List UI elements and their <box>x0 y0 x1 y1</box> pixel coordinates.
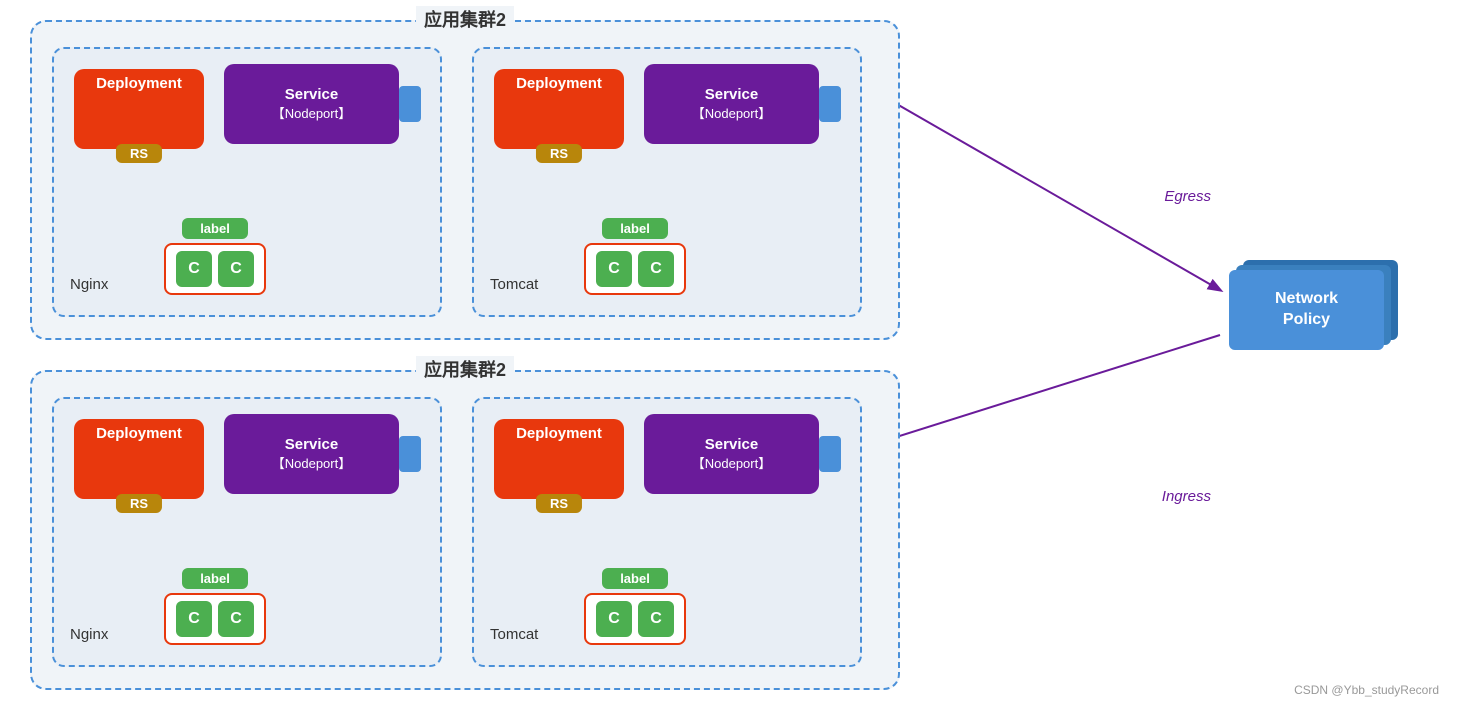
bottom-left-service-label: Service <box>285 436 338 453</box>
top-right-deployment: Deployment RS <box>494 69 624 149</box>
watermark: CSDN @Ybb_studyRecord <box>1294 683 1439 697</box>
bottom-left-service: Service 【Nodeport】 <box>224 414 399 494</box>
top-right-service: Service 【Nodeport】 <box>644 64 819 144</box>
top-right-service-label: Service <box>705 86 758 103</box>
bottom-left-label-tag: label <box>182 568 248 589</box>
top-left-pod: Deployment RS Service 【Nodeport】 Nginx l… <box>52 47 442 317</box>
bottom-right-deployment-label: Deployment <box>516 425 602 442</box>
top-right-nodeport: 【Nodeport】 <box>692 103 771 122</box>
bottom-left-nodeport: 【Nodeport】 <box>272 453 351 472</box>
bottom-cluster-title: 应用集群2 <box>416 356 514 382</box>
top-left-container-2: C <box>218 251 254 287</box>
top-right-pod: Deployment RS Service 【Nodeport】 Tomcat … <box>472 47 862 317</box>
ingress-label: Ingress <box>1162 488 1211 505</box>
top-left-deployment: Deployment RS <box>74 69 204 149</box>
network-policy-label: Network Policy <box>1275 289 1338 331</box>
bottom-right-service-label: Service <box>705 436 758 453</box>
top-right-containers-row: C C <box>584 243 686 295</box>
bottom-right-deployment: Deployment RS <box>494 419 624 499</box>
top-right-rs: RS <box>536 144 582 163</box>
bottom-left-pod-type: Nginx <box>70 626 108 643</box>
bottom-right-net-connector <box>819 436 841 472</box>
egress-label: Egress <box>1164 188 1211 205</box>
top-left-service: Service 【Nodeport】 <box>224 64 399 144</box>
top-right-container-2: C <box>638 251 674 287</box>
bottom-right-service: Service 【Nodeport】 <box>644 414 819 494</box>
bottom-left-deployment-label: Deployment <box>96 425 182 442</box>
top-left-net-connector <box>399 86 421 122</box>
top-right-containers-group: label C C <box>584 218 686 295</box>
top-left-container-1: C <box>176 251 212 287</box>
bottom-left-net-connector <box>399 436 421 472</box>
bottom-left-container-1: C <box>176 601 212 637</box>
bottom-right-label-tag: label <box>602 568 668 589</box>
top-cluster: 应用集群2 Deployment RS Service 【Nodeport】 N… <box>30 20 900 340</box>
bottom-left-containers-group: label C C <box>164 568 266 645</box>
bottom-left-deployment: Deployment RS <box>74 419 204 499</box>
top-right-deployment-label: Deployment <box>516 75 602 92</box>
top-right-net-connector <box>819 86 841 122</box>
bottom-right-containers-group: label C C <box>584 568 686 645</box>
bottom-right-containers-row: C C <box>584 593 686 645</box>
bottom-cluster: 应用集群2 Deployment RS Service 【Nodeport】 N… <box>30 370 900 690</box>
top-left-containers-row: C C <box>164 243 266 295</box>
bottom-right-pod: Deployment RS Service 【Nodeport】 Tomcat … <box>472 397 862 667</box>
bottom-right-container-2: C <box>638 601 674 637</box>
bottom-right-container-1: C <box>596 601 632 637</box>
main-diagram: 应用集群2 Deployment RS Service 【Nodeport】 N… <box>0 0 1459 705</box>
top-left-pod-type: Nginx <box>70 276 108 293</box>
bottom-left-pod: Deployment RS Service 【Nodeport】 Nginx l… <box>52 397 442 667</box>
top-left-rs: RS <box>116 144 162 163</box>
bottom-right-pod-type: Tomcat <box>490 626 538 643</box>
top-left-containers-group: label C C <box>164 218 266 295</box>
top-left-service-label: Service <box>285 86 338 103</box>
top-left-nodeport: 【Nodeport】 <box>272 103 351 122</box>
bottom-left-containers-row: C C <box>164 593 266 645</box>
top-right-label-tag: label <box>602 218 668 239</box>
top-cluster-title: 应用集群2 <box>416 6 514 32</box>
bottom-right-rs: RS <box>536 494 582 513</box>
top-right-pod-type: Tomcat <box>490 276 538 293</box>
top-left-deployment-label: Deployment <box>96 75 182 92</box>
bottom-right-nodeport: 【Nodeport】 <box>692 453 771 472</box>
top-right-container-1: C <box>596 251 632 287</box>
bottom-left-container-2: C <box>218 601 254 637</box>
top-left-label-tag: label <box>182 218 248 239</box>
network-policy-box: Network Policy <box>1229 260 1399 350</box>
bottom-left-rs: RS <box>116 494 162 513</box>
